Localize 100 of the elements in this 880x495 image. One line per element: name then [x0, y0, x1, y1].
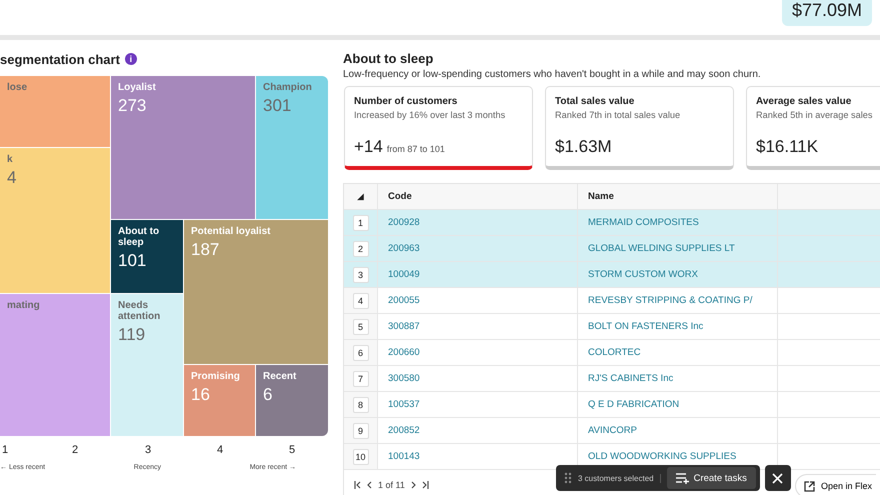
tile-label: About to sleep — [118, 226, 160, 248]
tile-label: Potential loyalist — [191, 226, 272, 237]
tile-value: 16 — [191, 385, 211, 405]
next-page-icon[interactable] — [410, 481, 416, 489]
info-icon[interactable]: i — [124, 53, 137, 65]
stat-card[interactable]: Number of customers Increased by 16% over last 3 months +14 from 87 to 101 — [344, 86, 533, 170]
card-note: from 87 to 101 — [386, 144, 445, 154]
last-page-icon[interactable] — [422, 481, 429, 489]
segment-description: Low-frequency or low-spending customers who haven't bought in a while and may soon churn. — [343, 69, 762, 80]
tile-value: 101 — [118, 251, 148, 271]
axis-tick: 3 — [145, 444, 152, 456]
total-badge: $77.09M — [782, 0, 872, 26]
card-subtitle: Increased by 16% over last 3 months — [354, 110, 506, 120]
card-value: $1.63M — [555, 137, 612, 157]
column-header[interactable]: Name — [588, 191, 614, 202]
row-number: 4 — [352, 292, 368, 308]
customer-name[interactable]: GLOBAL WELDING SUPPLIES LT — [588, 243, 735, 254]
table-row[interactable]: 3 100049 STORM CUSTOM WORX — [344, 261, 880, 287]
customer-code[interactable]: 100537 — [388, 399, 420, 410]
card-title: Total sales value — [555, 96, 636, 107]
row-number: 5 — [352, 318, 368, 334]
treemap-tile[interactable]: About to sleep 101 — [111, 220, 183, 293]
customer-code[interactable]: 100049 — [388, 269, 420, 280]
customer-code[interactable]: 200660 — [388, 347, 420, 358]
card-value: +14 — [354, 137, 383, 157]
row-number: 1 — [352, 214, 368, 230]
tile-label: Recent — [263, 371, 298, 382]
customer-name[interactable]: STORM CUSTOM WORX — [588, 269, 698, 280]
external-link-icon — [804, 480, 815, 492]
tile-value: 4 — [7, 168, 18, 188]
drag-handle-icon[interactable] — [564, 472, 572, 484]
sort-icon[interactable]: ◢ — [358, 192, 364, 201]
row-number: 2 — [352, 240, 368, 256]
segment-title: About to sleep — [343, 51, 434, 66]
customer-code[interactable]: 100143 — [388, 451, 420, 462]
card-subtitle: Ranked 7th in total sales value — [555, 110, 682, 120]
treemap-tile[interactable]: mating — [0, 294, 110, 436]
customer-code[interactable]: 200852 — [388, 425, 420, 436]
card-title: Average sales value — [756, 96, 852, 107]
customer-name[interactable]: BOLT ON FASTENERS Inc — [588, 321, 704, 332]
card-value: $16.11K — [756, 137, 818, 157]
customer-code[interactable]: 300580 — [388, 373, 420, 384]
customer-name[interactable]: COLORTEC — [588, 347, 641, 358]
table-row[interactable]: 7 300580 RJ'S CABINETS Inc — [344, 365, 880, 391]
treemap-tile[interactable]: Potential loyalist 187 — [184, 220, 328, 364]
open-in-flex-button[interactable]: Open in Flex — [795, 474, 876, 495]
table-row[interactable]: 1 200928 MERMAID COMPOSITES — [344, 209, 880, 235]
customer-name[interactable]: OLD WOODWORKING SUPPLIES — [588, 451, 736, 462]
row-number: 6 — [352, 344, 368, 360]
stat-card[interactable]: Average sales value Ranked 5th in average sales $16.11K — [746, 86, 880, 170]
column-header[interactable]: Code — [388, 191, 412, 202]
table-row[interactable]: 9 200852 AVINCORP — [344, 417, 880, 443]
tile-label: Loyalist — [118, 82, 157, 93]
treemap-tile[interactable]: Promising 16 — [184, 365, 255, 436]
tile-value: 301 — [263, 96, 292, 116]
table-row[interactable]: 4 200055 REVESBY STRIPPING & COATING P/ — [344, 287, 880, 313]
treemap-tile[interactable]: Champion 301 — [256, 76, 328, 219]
treemap-tile[interactable]: lose — [0, 76, 110, 147]
row-number: 9 — [352, 422, 368, 438]
table-row[interactable]: 6 200660 COLORTEC — [344, 339, 880, 365]
tile-value: 6 — [263, 385, 274, 405]
page-indicator: 1 of 11 — [378, 480, 405, 490]
table-row[interactable]: 8 100537 Q E D FABRICATION — [344, 391, 880, 417]
stat-card[interactable]: Total sales value Ranked 7th in total sales value $1.63M — [545, 86, 734, 170]
close-button[interactable] — [764, 465, 791, 491]
create-tasks-button[interactable]: Create tasks — [666, 467, 756, 489]
treemap-tile[interactable]: k 4 — [0, 148, 110, 293]
table-row[interactable]: 5 300887 BOLT ON FASTENERS Inc — [344, 313, 880, 339]
customer-code[interactable]: 200963 — [388, 243, 420, 254]
row-number: 8 — [352, 396, 368, 412]
axis-tick: 5 — [289, 444, 296, 456]
card-subtitle: Ranked 5th in average sales — [756, 110, 874, 120]
row-number: 7 — [352, 370, 368, 386]
customer-name[interactable]: REVESBY STRIPPING & COATING P/ — [588, 295, 752, 306]
tile-label: Promising — [191, 371, 241, 382]
previous-page-icon[interactable] — [367, 481, 372, 489]
tile-label: lose — [7, 82, 28, 93]
customer-code[interactable]: 200055 — [388, 295, 420, 306]
tile-label: Needs attention — [118, 300, 162, 322]
customer-name[interactable]: AVINCORP — [588, 425, 637, 436]
tile-label: mating — [7, 300, 41, 311]
treemap-tile[interactable]: Recent 6 — [256, 365, 328, 436]
row-number: 3 — [352, 266, 368, 282]
tile-value: 273 — [118, 96, 148, 116]
first-page-icon[interactable] — [354, 481, 361, 489]
customer-name[interactable]: RJ'S CABINETS Inc — [588, 373, 674, 384]
close-icon — [772, 472, 784, 484]
tile-value: 119 — [118, 325, 146, 345]
treemap-tile[interactable]: Needs attention 119 — [111, 294, 183, 436]
customer-name[interactable]: Q E D FABRICATION — [588, 399, 680, 410]
customer-name[interactable]: MERMAID COMPOSITES — [588, 217, 699, 228]
customer-code[interactable]: 200928 — [388, 217, 420, 228]
card-title: Number of customers — [354, 96, 458, 107]
row-number: 10 — [352, 448, 368, 464]
table-row[interactable]: 2 200963 GLOBAL WELDING SUPPLIES LT — [344, 235, 880, 261]
treemap-tile[interactable]: Loyalist 273 — [111, 76, 255, 219]
customer-code[interactable]: 300887 — [388, 321, 420, 332]
axis-tick: 4 — [217, 444, 224, 456]
tile-value: 187 — [191, 240, 220, 260]
axis-tick: 1 — [2, 444, 8, 456]
